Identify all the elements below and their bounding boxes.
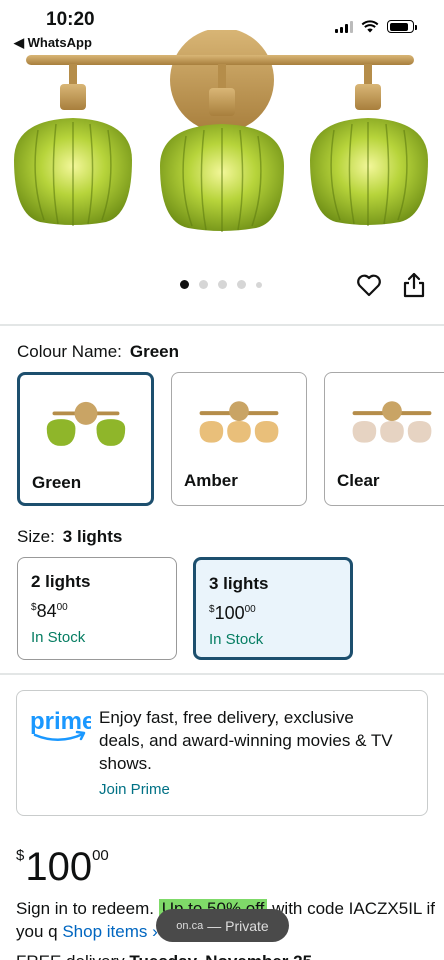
size-option-price: $8400 — [31, 601, 68, 622]
stock-status: In Stock — [31, 629, 86, 646]
amber-variant-image — [199, 401, 279, 443]
size-label-row: Size: 3 lights — [17, 527, 122, 547]
price-whole: 100 — [214, 603, 245, 623]
colour-label-row: Colour Name: Green — [17, 342, 179, 362]
clear-variant-image — [352, 401, 432, 443]
delivery-prefix: FREE delivery — [16, 952, 125, 960]
size-option-3-lights[interactable]: 3 lights $10000 In Stock — [193, 557, 353, 660]
share-icon[interactable] — [402, 271, 426, 299]
size-selected-value: 3 lights — [62, 527, 123, 546]
colour-option-label: Clear — [337, 471, 380, 490]
carousel-dot[interactable] — [237, 280, 246, 289]
clock: 10:20 — [46, 9, 95, 30]
price-fraction: 00 — [92, 847, 109, 864]
colour-option-green[interactable]: Green — [17, 372, 154, 506]
price-whole: 100 — [25, 845, 93, 889]
price-fraction: 00 — [244, 604, 256, 615]
prime-logo-icon: prime — [30, 708, 91, 741]
price-fraction: 00 — [56, 602, 68, 613]
sign-in-text: Sign in to redeem. — [16, 899, 154, 918]
carousel-dot[interactable] — [218, 280, 227, 289]
prime-promo-card: prime Enjoy fast, free delivery, exclusi… — [16, 690, 428, 816]
size-option-title: 2 lights — [31, 572, 91, 591]
section-divider — [0, 324, 444, 326]
size-option-2-lights[interactable]: 2 lights $8400 In Stock — [17, 557, 177, 660]
colour-option-label: Green — [32, 473, 82, 492]
carousel-dot[interactable] — [180, 280, 189, 289]
colour-label: Colour Name: — [17, 342, 122, 361]
heart-icon[interactable] — [356, 273, 382, 297]
green-variant-image — [46, 401, 126, 446]
stock-status: In Stock — [209, 631, 264, 648]
carousel-dot[interactable] — [199, 280, 208, 289]
colour-option-clear[interactable]: Clear — [324, 372, 444, 506]
main-price: $10000 — [16, 834, 109, 889]
url-domain: on.ca — [176, 919, 204, 932]
size-option-price: $10000 — [209, 603, 256, 624]
price-whole: 84 — [36, 601, 57, 621]
join-prime-link[interactable]: Join Prime — [99, 781, 170, 798]
delivery-date: Tuesday, November 25 — [129, 952, 312, 960]
prime-logo-text: prime — [30, 708, 91, 735]
shop-items-link[interactable]: Shop items › — [62, 922, 157, 941]
private-mode-label: — Private — [207, 917, 269, 934]
prime-description: Enjoy fast, free delivery, exclusive dea… — [99, 708, 393, 773]
product-image[interactable] — [0, 30, 444, 270]
browser-url-pill[interactable]: on.ca — Private — [156, 909, 289, 942]
delivery-info: FREE delivery Tuesday, November 25 — [16, 952, 312, 960]
size-option-title: 3 lights — [209, 574, 269, 593]
colour-option-amber[interactable]: Amber — [171, 372, 307, 506]
colour-selected-value: Green — [129, 342, 180, 361]
carousel-indicator[interactable] — [180, 280, 262, 289]
size-label: Size: — [17, 527, 55, 546]
section-divider — [0, 673, 444, 675]
colour-option-label: Amber — [184, 471, 238, 490]
currency-symbol: $ — [16, 847, 25, 864]
carousel-dot[interactable] — [256, 281, 262, 288]
